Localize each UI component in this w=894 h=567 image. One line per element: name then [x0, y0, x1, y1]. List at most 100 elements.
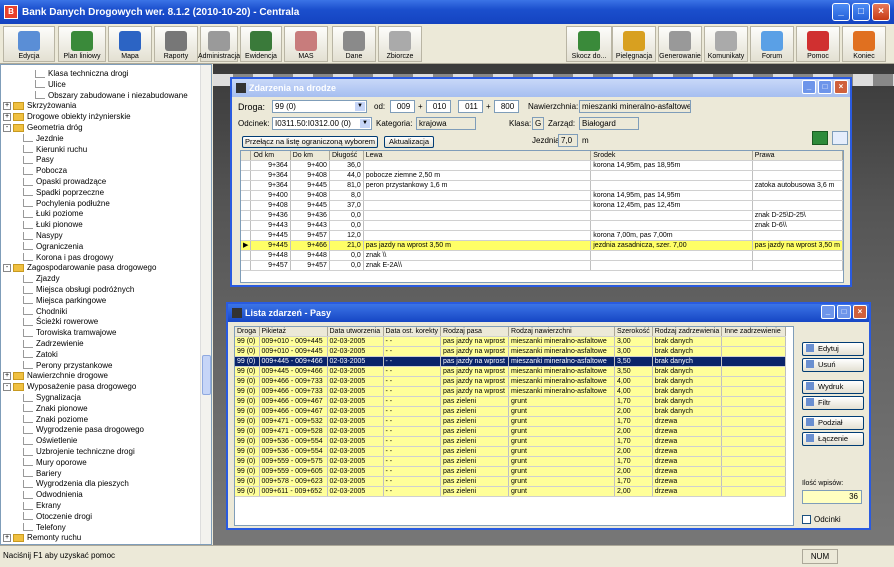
- tree-item[interactable]: + Nawierzchnie drogowe: [3, 370, 108, 381]
- table-row[interactable]: 9+443 9+443 0,0 znak D-6\\: [241, 220, 843, 231]
- toolbar-button-15[interactable]: Koniec: [842, 26, 886, 62]
- podział-button[interactable]: Podział: [802, 416, 864, 430]
- toolbar-button-2[interactable]: Mapa: [108, 26, 152, 62]
- toolbar-button-3[interactable]: Raporty: [154, 26, 198, 62]
- column-header[interactable]: Szerokość: [614, 327, 653, 337]
- column-header[interactable]: Rodzaj nawierzchni: [508, 327, 616, 337]
- table-row[interactable]: 99 (0) 009+536 - 009+554 02-03-2005- - pas …: [235, 436, 787, 447]
- events-grid[interactable]: Od km Do km Długość Lewa Środek Prawa 9+364 9+4…: [240, 150, 844, 283]
- table-row[interactable]: ▶ 9+445 9+466 21,0 pas jazdy na wprost 3,50 …: [241, 240, 843, 251]
- tree-item[interactable]: Znaki poziome: [23, 414, 88, 425]
- collapse-icon[interactable]: -: [3, 382, 11, 391]
- tree-item[interactable]: Łuki pionowe: [23, 219, 83, 230]
- tree-item[interactable]: Wygrodzenia dla pieszych: [23, 478, 129, 489]
- table-row[interactable]: 9+408 9+445 37,0 korona 12,45m, pas 12,45m: [241, 200, 843, 211]
- list-close-button[interactable]: ×: [853, 305, 867, 319]
- tree-item[interactable]: Odwodnienia: [23, 489, 83, 500]
- collapse-icon[interactable]: -: [3, 263, 11, 272]
- events-maximize-button[interactable]: □: [818, 80, 832, 94]
- toolbar-button-4[interactable]: Administracja: [198, 26, 240, 62]
- table-row[interactable]: 9+364 9+408 44,0 pobocze ziemne 2,50 m: [241, 170, 843, 181]
- tree-item[interactable]: Ulice: [35, 79, 66, 90]
- section-select[interactable]: I0311.50:I0312.00 (0) ▼: [272, 117, 372, 130]
- table-row[interactable]: 9+364 9+445 81,0 peron przystankowy 1,6 m za…: [241, 180, 843, 191]
- tree-item[interactable]: Chodniki: [23, 306, 67, 317]
- column-header[interactable]: Rodzaj pasa: [440, 327, 510, 337]
- to-m-field[interactable]: 800: [494, 100, 519, 113]
- toolbar-button-6[interactable]: MAS: [284, 26, 328, 62]
- toolbar-button-10[interactable]: Pielęgnacja: [612, 26, 656, 62]
- column-header[interactable]: [241, 151, 252, 161]
- column-header[interactable]: Od km: [250, 151, 291, 161]
- toolbar-button-11[interactable]: Generowanie: [658, 26, 702, 62]
- tree-item[interactable]: - Geometria dróg: [3, 122, 83, 133]
- toolbar-button-8[interactable]: Zbiorcze: [378, 26, 422, 62]
- tree-item[interactable]: Ścieżki rowerowe: [23, 316, 98, 327]
- edit-pencil-icon[interactable]: [832, 131, 848, 145]
- tree-item[interactable]: Ekrany: [23, 500, 61, 511]
- tree-item[interactable]: - Wyposażenie pasa drogowego: [3, 381, 136, 392]
- toolbar-button-0[interactable]: Edycja: [3, 26, 55, 62]
- tree-item[interactable]: Jezdnie: [23, 133, 64, 144]
- table-row[interactable]: 99 (0) 009+611 - 009+652 02-03-2005- - pas …: [235, 486, 787, 497]
- minimize-button[interactable]: _: [832, 3, 850, 21]
- toolbar-button-1[interactable]: Plan liniowy: [58, 26, 106, 62]
- tree-item[interactable]: - Zagospodarowanie pasa drogowego: [3, 262, 156, 273]
- table-row[interactable]: 9+448 9+448 0,0 znak \\: [241, 250, 843, 261]
- events-minimize-button[interactable]: _: [802, 80, 816, 94]
- table-row[interactable]: 99 (0) 009+010 - 009+445 02-03-2005- - pas …: [235, 336, 787, 347]
- expand-icon[interactable]: +: [3, 371, 11, 380]
- toolbar-button-7[interactable]: Dane: [332, 26, 376, 62]
- table-row[interactable]: 9+436 9+436 0,0 znak D-25\D-25\: [241, 210, 843, 221]
- tree-item[interactable]: Nasypy: [23, 230, 63, 241]
- tree-item[interactable]: + Drogowe obiekty inżynierskie: [3, 111, 131, 122]
- toolbar-button-5[interactable]: Ewidencja: [240, 26, 282, 62]
- filtr-button[interactable]: Filtr: [802, 396, 864, 410]
- usuń-button[interactable]: Usuń: [802, 358, 864, 372]
- table-row[interactable]: 99 (0) 009+466 - 009+733 02-03-2005- - pas …: [235, 386, 787, 397]
- list-maximize-button[interactable]: □: [837, 305, 851, 319]
- tree-item[interactable]: Otoczenie drogi: [23, 511, 92, 522]
- table-row[interactable]: 9+364 9+400 36,0 korona 14,95m, pas 18,95m: [241, 160, 843, 171]
- toolbar-button-9[interactable]: Skocz do...: [566, 26, 612, 62]
- column-header[interactable]: Prawa: [752, 151, 843, 161]
- table-row[interactable]: 99 (0) 009+466 - 009+467 02-03-2005- - pas …: [235, 396, 787, 407]
- table-row[interactable]: 9+457 9+457 0,0 znak E-2A\\: [241, 260, 843, 271]
- maximize-button[interactable]: □: [852, 3, 870, 21]
- events-close-button[interactable]: ×: [834, 80, 848, 94]
- from-m-field[interactable]: 010: [426, 100, 451, 113]
- wydruk-button[interactable]: Wydruk: [802, 380, 864, 394]
- column-header[interactable]: Lewa: [363, 151, 592, 161]
- table-row[interactable]: 99 (0) 009+559 - 009+575 02-03-2005- - pas …: [235, 456, 787, 467]
- table-row[interactable]: 99 (0) 009+466 - 009+733 02-03-2005- - pas …: [235, 376, 787, 387]
- table-row[interactable]: 99 (0) 009+578 - 009+623 02-03-2005- - pas …: [235, 476, 787, 487]
- tree-scrollbar[interactable]: [200, 65, 211, 544]
- tree-item[interactable]: Torowiska tramwajowe: [23, 327, 116, 338]
- tree-item[interactable]: Sygnalizacja: [23, 392, 81, 403]
- tree-item[interactable]: Kierunki ruchu: [23, 144, 87, 155]
- tree-item[interactable]: Pasy: [23, 154, 54, 165]
- table-row[interactable]: 99 (0) 009+471 - 009+528 02-03-2005- - pas …: [235, 426, 787, 437]
- excel-export-icon[interactable]: [812, 131, 828, 145]
- tree-item[interactable]: Klasa techniczna drogi: [35, 68, 129, 79]
- tree-item[interactable]: Pochylenia podłużne: [23, 198, 110, 209]
- collapse-icon[interactable]: -: [3, 123, 11, 132]
- łączenie-button[interactable]: Łączenie: [802, 432, 864, 446]
- tree-item[interactable]: Uzbrojenie techniczne drogi: [23, 446, 135, 457]
- from-km-field[interactable]: 009: [390, 100, 415, 113]
- tree-item[interactable]: Telefony: [23, 522, 66, 533]
- tree-item[interactable]: Miejsca parkingowe: [23, 295, 106, 306]
- tree-item[interactable]: Znaki pionowe: [23, 403, 88, 414]
- tree-item[interactable]: Mury oporowe: [23, 457, 87, 468]
- events-list-grid[interactable]: Droga Pikietaż Data utworzenia Data ost. ko…: [234, 326, 794, 526]
- table-row[interactable]: 9+400 9+408 8,0 korona 14,95m, pas 14,95m: [241, 190, 843, 201]
- tree-item[interactable]: Wygrodzenie pasa drogowego: [23, 424, 144, 435]
- tree-item[interactable]: Miejsca obsługi podróżnych: [23, 284, 134, 295]
- toolbar-button-13[interactable]: Forum: [750, 26, 794, 62]
- tree-item[interactable]: + Skrzyżowania: [3, 100, 76, 111]
- tree-item[interactable]: + Remonty ruchu: [3, 532, 81, 543]
- expand-icon[interactable]: +: [3, 533, 11, 542]
- expand-icon[interactable]: +: [3, 112, 11, 121]
- table-row[interactable]: 9+445 9+457 12,0 korona 7,00m, pas 7,00m: [241, 230, 843, 241]
- column-header[interactable]: Pikietaż: [259, 327, 328, 337]
